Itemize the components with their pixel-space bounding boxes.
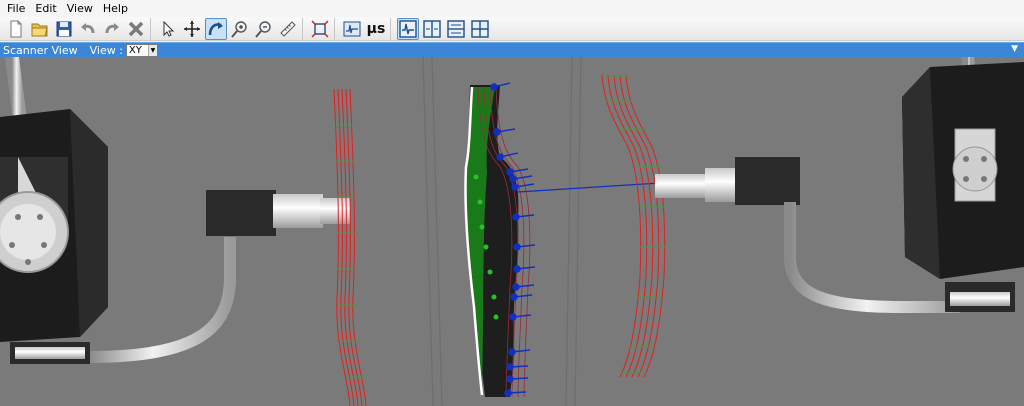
select-button[interactable] xyxy=(157,18,179,40)
zoom-in-icon xyxy=(231,20,247,38)
dropdown-arrow-icon: ▼ xyxy=(147,44,157,56)
move-button[interactable] xyxy=(181,18,203,40)
measure-button[interactable] xyxy=(277,18,299,40)
right-scan-gridlines xyxy=(603,76,666,374)
scanner-3d-viewport[interactable] xyxy=(0,57,1024,406)
save-icon xyxy=(56,21,72,36)
menu-bar: File Edit View Help xyxy=(0,0,1024,17)
right-probe-assembly xyxy=(655,57,1024,313)
rotate-icon xyxy=(208,21,223,35)
redo-button[interactable] xyxy=(101,18,123,40)
view-label: View : xyxy=(89,43,123,57)
zoom-out-icon xyxy=(255,20,271,38)
view-select-value: XY xyxy=(128,44,142,56)
delete-button[interactable] xyxy=(125,18,147,40)
layout-split-vertical-icon xyxy=(423,19,441,38)
layout-split-vertical-button[interactable] xyxy=(421,18,443,40)
ascan-view-icon xyxy=(399,19,417,38)
navigation-tools-group xyxy=(154,17,303,40)
layout-grid-icon xyxy=(471,19,489,38)
open-button[interactable] xyxy=(29,18,51,40)
select-arrow-icon xyxy=(163,20,175,37)
menu-edit[interactable]: Edit xyxy=(30,0,61,17)
signal-tools-group: µs xyxy=(338,17,391,40)
ascan-view-button[interactable] xyxy=(397,17,419,40)
menu-help[interactable]: Help xyxy=(98,0,133,17)
redo-icon xyxy=(105,22,119,33)
left-probe-assembly xyxy=(0,57,350,364)
panel-menu-icon[interactable]: ▼ xyxy=(1011,44,1018,54)
rotate-button[interactable] xyxy=(205,17,227,40)
fit-view-icon xyxy=(311,20,329,37)
delete-icon xyxy=(128,21,144,36)
file-tools-group xyxy=(2,17,151,40)
zoom-out-button[interactable] xyxy=(253,18,275,40)
scanner-view-title: Scanner View xyxy=(3,43,78,57)
layout-grid-button[interactable] xyxy=(469,18,491,40)
right-scan-grid xyxy=(601,74,666,378)
main-toolbar: µs xyxy=(0,17,1024,41)
left-scan-grid xyxy=(333,88,367,406)
fit-view-button[interactable] xyxy=(309,18,331,40)
menu-file[interactable]: File xyxy=(2,0,30,17)
measure-icon xyxy=(280,20,296,37)
view-select[interactable]: XY ▼ xyxy=(125,43,158,57)
open-folder-icon xyxy=(31,23,48,36)
save-button[interactable] xyxy=(53,18,75,40)
menu-view[interactable]: View xyxy=(62,0,98,17)
zoom-in-button[interactable] xyxy=(229,18,251,40)
layout-tools-group xyxy=(394,17,494,40)
scanner-view-titlebar: Scanner View View : XY ▼ ▼ xyxy=(0,42,1024,57)
undo-icon xyxy=(81,22,95,33)
layout-split-horizontal-icon xyxy=(447,19,465,38)
new-file-button[interactable] xyxy=(5,18,27,40)
time-unit-label: µs xyxy=(366,20,386,37)
ultrasound-beam xyxy=(517,182,661,193)
time-unit-button[interactable]: µs xyxy=(365,18,387,40)
scanner-scene xyxy=(0,57,1024,406)
layout-split-horizontal-button[interactable] xyxy=(445,18,467,40)
undo-button[interactable] xyxy=(77,18,99,40)
signal-view-button[interactable] xyxy=(341,18,363,40)
signal-view-icon xyxy=(343,21,361,36)
new-file-icon xyxy=(10,20,22,37)
move-icon xyxy=(184,20,200,37)
fit-tools-group xyxy=(306,17,335,40)
